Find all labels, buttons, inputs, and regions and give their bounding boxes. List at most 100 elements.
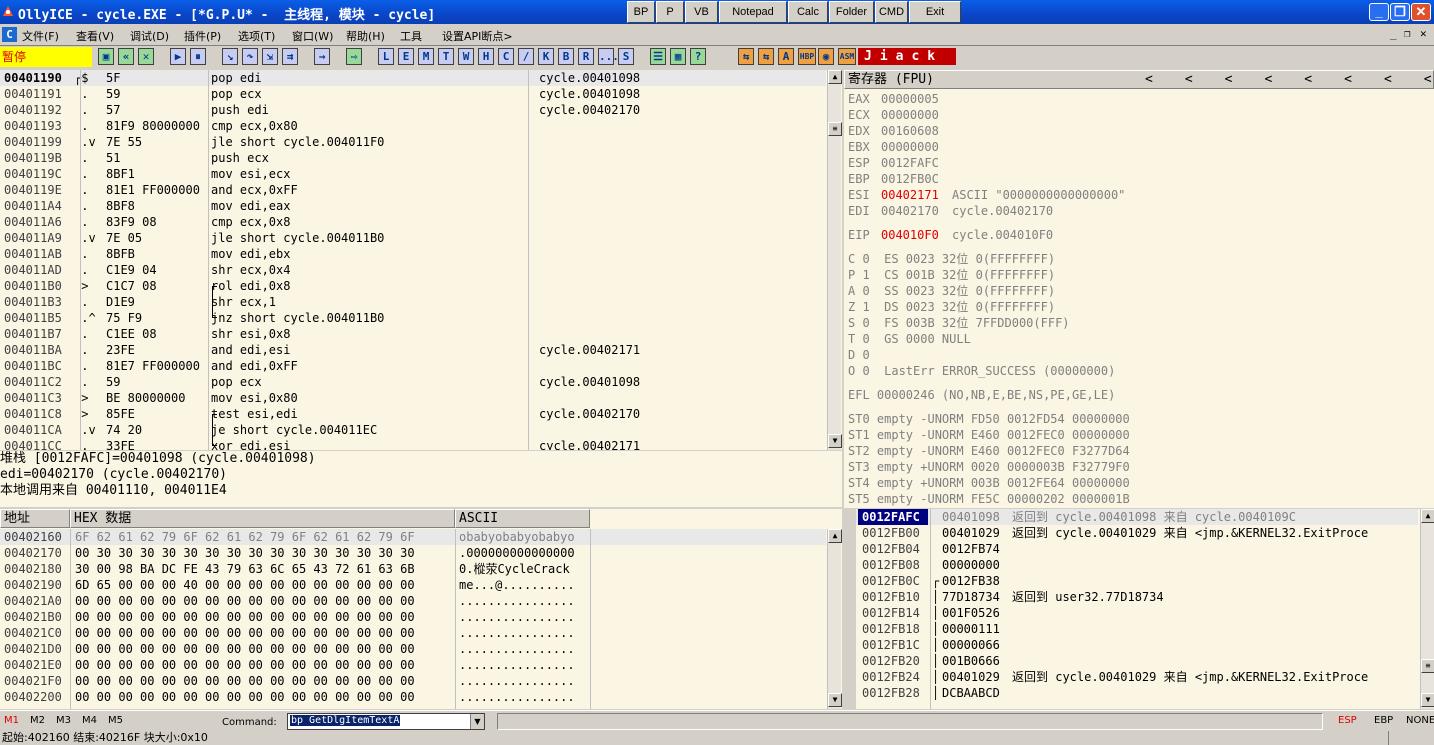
mdi-close-icon[interactable]: ✕ <box>1420 27 1427 40</box>
esp-toggle[interactable]: ESP <box>1338 715 1357 726</box>
disasm-row[interactable]: 0040119C . 8BF1 mov esi,ecx <box>0 166 826 182</box>
stack-row[interactable]: 0012FB28 │ DCBAABCD <box>856 685 1418 701</box>
fpu-st-row[interactable]: ST4 empty +UNORM 003B 0012FE64 00000000 <box>848 475 1130 491</box>
disasm-row[interactable]: 00401191 . 59 pop ecx cycle.00401098 <box>0 86 826 102</box>
tool-e[interactable]: E <box>398 48 414 65</box>
fpu-st-row[interactable]: ST3 empty +UNORM 0020 0000003B F32779F0 <box>848 459 1130 475</box>
stack-row[interactable]: 0012FB00 00401029 返回到 cycle.00401029 来自 <j… <box>856 525 1418 541</box>
collapse-arrows[interactable]: <<<<<<<< <box>1145 71 1434 88</box>
stack-row[interactable]: 0012FB0C ┌ 0012FB38 <box>856 573 1418 589</box>
tool-r[interactable]: R <box>578 48 594 65</box>
dump-row[interactable]: 00402200 00 00 00 00 00 00 00 00 00 00 00… <box>0 689 826 705</box>
dump-row[interactable]: 004021F0 00 00 00 00 00 00 00 00 00 00 00… <box>0 673 826 689</box>
disasm-row[interactable]: 004011AD . C1E9 04 shr ecx,0x4 <box>0 262 826 278</box>
trace-over-icon[interactable]: ⇉ <box>282 48 298 65</box>
mdi-restore-icon[interactable]: ❐ <box>1404 27 1411 40</box>
close-button[interactable]: ✕ <box>1411 3 1431 21</box>
dump-row[interactable]: 00402190 6D 65 00 00 00 40 00 00 00 00 00… <box>0 577 826 593</box>
goto-icon[interactable]: ⇨ <box>346 48 362 65</box>
calc-button[interactable]: Calc <box>788 1 828 23</box>
fpu-st-row[interactable]: ST2 empty -UNORM E460 0012FEC0 F3277D64 <box>848 443 1130 459</box>
flag-row[interactable]: Z 1 DS 0023 32位 0(FFFFFFFF) <box>848 299 1055 315</box>
dump-header-hex[interactable]: HEX 数据 <box>70 509 455 528</box>
disasm-row[interactable]: 004011CC . 33FE xor edi,esi cycle.00402171 <box>0 438 826 450</box>
tool-b[interactable]: B <box>558 48 574 65</box>
vb-button[interactable]: VB <box>685 1 718 23</box>
flag-row[interactable]: A 0 SS 0023 32位 0(FFFFFFFF) <box>848 283 1055 299</box>
menu-tools[interactable]: 工具 <box>400 28 422 44</box>
flag-row[interactable]: T 0 GS 0000 NULL <box>848 331 971 347</box>
open-icon[interactable]: ▣ <box>98 48 114 65</box>
disasm-row[interactable]: 0040119B . 51 push ecx <box>0 150 826 166</box>
dump-scroll-up-icon[interactable]: ▲ <box>828 529 842 543</box>
stack-scroll-up-icon[interactable]: ▲ <box>1421 509 1434 523</box>
dump-header-addr[interactable]: 地址 <box>0 509 70 528</box>
disasm-row[interactable]: 004011CA .v 74 20 je short cycle.004011EC <box>0 422 826 438</box>
flag-row[interactable]: S 0 FS 003B 32位 7FFDD000(FFF) <box>848 315 1070 331</box>
tab-m5[interactable]: M5 <box>108 715 123 726</box>
dump-row[interactable]: 00402160 6F 62 61 62 79 6F 62 61 62 79 6F… <box>0 529 826 545</box>
stack-scroll-down-icon[interactable]: ▼ <box>1421 693 1434 707</box>
tool-h[interactable]: H <box>478 48 494 65</box>
asm-icon[interactable]: ASM <box>838 48 856 65</box>
register-value[interactable]: 0012FB0C <box>881 171 939 187</box>
menu-window[interactable]: 窗口(W) <box>292 28 333 44</box>
eflags-row[interactable]: EFL 00000246 (NO,NB,E,BE,NS,PE,GE,LE) <box>848 387 1115 403</box>
plugin4-icon[interactable]: ◉ <box>818 48 834 65</box>
trace-into-icon[interactable]: ⇲ <box>262 48 278 65</box>
minimize-button[interactable]: _ <box>1369 3 1389 21</box>
scroll-up-icon[interactable]: ▲ <box>828 70 842 84</box>
dump-header-ascii[interactable]: ASCII <box>455 509 590 528</box>
tool-w[interactable]: W <box>458 48 474 65</box>
tab-m4[interactable]: M4 <box>82 715 97 726</box>
mdi-minimize-icon[interactable]: _ <box>1390 27 1397 40</box>
plugin3-icon[interactable]: A <box>778 48 794 65</box>
flag-row[interactable]: C 0 ES 0023 32位 0(FFFFFFFF) <box>848 251 1055 267</box>
step-over-icon[interactable]: ↷ <box>242 48 258 65</box>
ebp-toggle[interactable]: EBP <box>1374 715 1393 726</box>
stack-row[interactable]: 0012FB20 │ 001B0666 <box>856 653 1418 669</box>
tool-c[interactable]: C <box>498 48 514 65</box>
restart-icon[interactable]: « <box>118 48 134 65</box>
scroll-down-icon[interactable]: ▼ <box>828 434 842 448</box>
disasm-row[interactable]: 004011B5 .^ 75 F9 jnz short cycle.004011B0 <box>0 310 826 326</box>
tool-t[interactable]: T <box>438 48 454 65</box>
stack-scroll-thumb[interactable]: ≡ <box>1421 659 1434 673</box>
none-toggle[interactable]: NONE <box>1406 715 1434 726</box>
dump-row[interactable]: 004021C0 00 00 00 00 00 00 00 00 00 00 00… <box>0 625 826 641</box>
command-dropdown-icon[interactable]: ▼ <box>470 714 484 729</box>
disasm-row[interactable]: 004011C3 > BE 80000000 mov esi,0x80 <box>0 390 826 406</box>
flag-row[interactable]: P 1 CS 001B 32位 0(FFFFFFFF) <box>848 267 1055 283</box>
stack-row[interactable]: 0012FB24 │ 00401029 返回到 cycle.00401029 来自 <… <box>856 669 1418 685</box>
menu-api-breakpoint[interactable]: 设置API断点> <box>442 28 513 44</box>
menu-debug[interactable]: 调试(D) <box>130 28 169 44</box>
menu-view[interactable]: 查看(V) <box>76 28 114 44</box>
flag-row[interactable]: D 0 <box>848 347 870 363</box>
dump-row[interactable]: 004021E0 00 00 00 00 00 00 00 00 00 00 00… <box>0 657 826 673</box>
disasm-row[interactable]: 004011B0 > C1C7 08 rol edi,0x8 <box>0 278 826 294</box>
grid-icon[interactable]: ▦ <box>670 48 686 65</box>
scroll-thumb[interactable]: ≡ <box>828 122 842 136</box>
dump-scroll-down-icon[interactable]: ▼ <box>828 693 842 707</box>
tool-m[interactable]: M <box>418 48 434 65</box>
fpu-st-row[interactable]: ST0 empty -UNORM FD50 0012FD54 00000000 <box>848 411 1130 427</box>
p-button[interactable]: P <box>656 1 684 23</box>
disasm-row[interactable]: 004011BC . 81E7 FF000000 and edi,0xFF <box>0 358 826 374</box>
register-value[interactable]: 00000000 <box>881 139 939 155</box>
menu-options[interactable]: 选项(T) <box>238 28 275 44</box>
stack-row[interactable]: 0012FB08 00000000 <box>856 557 1418 573</box>
disasm-row[interactable]: 004011B3 . D1E9 shr ecx,1 <box>0 294 826 310</box>
cmd-button[interactable]: CMD <box>875 1 908 23</box>
disasm-row[interactable]: 0040119E . 81E1 FF000000 and ecx,0xFF <box>0 182 826 198</box>
menu-plugins[interactable]: 插件(P) <box>184 28 221 44</box>
hbp-icon[interactable]: HBP <box>798 48 816 65</box>
register-value[interactable]: 00000000 <box>881 107 939 123</box>
disasm-row[interactable]: 004011C8 >85FE test esi,edi cycle.00402170 <box>0 406 826 422</box>
plugin1-icon[interactable]: ⇆ <box>738 48 754 65</box>
disasm-row[interactable]: 004011B7 . C1EE 08 shr esi,0x8 <box>0 326 826 342</box>
disasm-row[interactable]: 00401192 . 57 push edi cycle.00402170 <box>0 102 826 118</box>
dump-row[interactable]: 004021D0 00 00 00 00 00 00 00 00 00 00 00… <box>0 641 826 657</box>
folder-button[interactable]: Folder <box>829 1 874 23</box>
maximize-button[interactable]: ❐ <box>1390 3 1410 21</box>
stack-scrollbar[interactable]: ▲ ≡ ▼ <box>1420 509 1434 709</box>
